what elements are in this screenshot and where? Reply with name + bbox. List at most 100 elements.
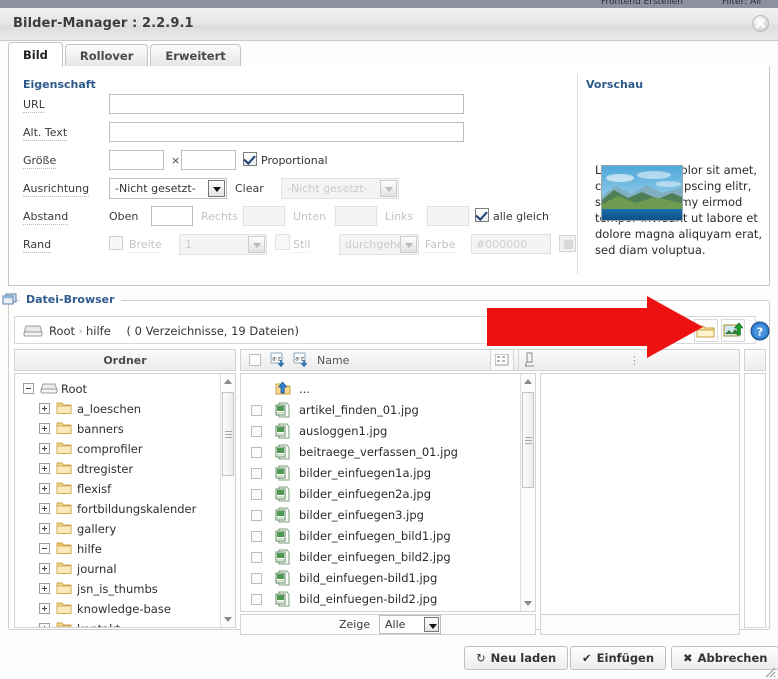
tree-expander-icon[interactable] bbox=[39, 403, 50, 414]
spacing-label: Abstand bbox=[23, 210, 68, 225]
file-list[interactable]: ... artikel_finden_01.jpg ausloggen1.jpg be… bbox=[240, 373, 536, 612]
border-style-select[interactable]: durchgehend bbox=[339, 234, 419, 255]
alt-text-input[interactable] bbox=[109, 122, 464, 142]
svg-text:a·z: a·z bbox=[295, 356, 304, 363]
tree-expander-icon[interactable] bbox=[39, 563, 50, 574]
tab-bild[interactable]: Bild bbox=[8, 42, 63, 67]
file-checkbox[interactable] bbox=[251, 510, 262, 521]
spacing-bottom-input[interactable] bbox=[335, 206, 377, 226]
file-checkbox[interactable] bbox=[251, 405, 262, 416]
file-row[interactable]: bilder_einfuegen_bild1.jpg bbox=[241, 525, 535, 548]
file-row[interactable]: beitraege_verfassen_01.jpg bbox=[241, 441, 535, 464]
folder-icon bbox=[56, 481, 72, 498]
tab-erweitert[interactable]: Erweitert bbox=[150, 44, 240, 67]
upload-button[interactable] bbox=[721, 319, 745, 342]
folder-icon bbox=[56, 621, 72, 628]
cancel-button[interactable]: ✖Abbrechen bbox=[671, 646, 778, 670]
image-file-icon bbox=[275, 423, 290, 442]
size-height-input[interactable] bbox=[181, 150, 236, 170]
file-checkbox[interactable] bbox=[251, 426, 262, 437]
tree-expander-icon[interactable] bbox=[23, 383, 34, 394]
tree-expander-icon[interactable] bbox=[39, 443, 50, 454]
border-width-select[interactable]: 1 bbox=[179, 234, 267, 255]
alignment-select-value: -Nicht gesetzt- bbox=[115, 182, 196, 195]
close-icon[interactable] bbox=[752, 15, 769, 32]
file-checkbox[interactable] bbox=[251, 468, 262, 479]
size-width-input[interactable] bbox=[109, 150, 164, 170]
clear-select[interactable]: -Nicht gesetzt- bbox=[281, 178, 399, 199]
border-width-label: Breite bbox=[129, 238, 162, 253]
border-color-input[interactable] bbox=[471, 234, 551, 254]
resize-handle[interactable] bbox=[763, 665, 776, 678]
background-page-strip: Frontend Erstellen Filter: All bbox=[0, 0, 778, 8]
show-count-select[interactable]: Alle bbox=[379, 615, 441, 634]
image-file-icon bbox=[275, 570, 290, 589]
file-checkbox[interactable] bbox=[251, 573, 262, 584]
tree-node-label: banners bbox=[77, 422, 124, 436]
file-row[interactable]: bilder_einfuegen_bild2.jpg bbox=[241, 546, 535, 569]
spacing-right-input[interactable] bbox=[243, 206, 285, 226]
landscape-image bbox=[602, 166, 682, 220]
folder-tree[interactable]: Roota_loeschenbannerscomprofilerdtregist… bbox=[14, 373, 236, 628]
border-enable-checkbox[interactable] bbox=[109, 236, 123, 250]
file-name: bild_einfuegen-bild1.jpg bbox=[299, 571, 437, 585]
path-current[interactable]: hilfe bbox=[86, 324, 111, 338]
url-input[interactable] bbox=[109, 94, 464, 114]
scroll-up-icon[interactable] bbox=[224, 379, 232, 384]
size-times-symbol: × bbox=[171, 154, 180, 167]
file-scroll-thumb[interactable] bbox=[522, 392, 534, 488]
file-row[interactable]: ausloggen1.jpg bbox=[241, 420, 535, 443]
scroll-down-icon[interactable] bbox=[224, 617, 232, 622]
tree-expander-icon[interactable] bbox=[39, 543, 50, 554]
file-row[interactable]: bild_einfuegen-bild1.jpg bbox=[241, 567, 535, 590]
spacing-top-input[interactable] bbox=[151, 206, 193, 226]
file-list-scrollbar[interactable] bbox=[520, 374, 535, 611]
tree-expander-icon[interactable] bbox=[39, 423, 50, 434]
scroll-down-icon[interactable] bbox=[524, 601, 532, 606]
reload-label: Neu laden bbox=[491, 651, 557, 665]
view-grid-toggle[interactable] bbox=[490, 349, 514, 371]
tree-expander-icon[interactable] bbox=[39, 623, 50, 628]
tree-expander-icon[interactable] bbox=[39, 503, 50, 514]
tree-expander-icon[interactable] bbox=[39, 483, 50, 494]
all-equal-checkbox[interactable] bbox=[475, 208, 489, 222]
new-folder-button[interactable] bbox=[694, 319, 718, 342]
scroll-up-icon[interactable] bbox=[524, 379, 532, 384]
tree-scroll-thumb[interactable] bbox=[222, 392, 234, 476]
insert-button[interactable]: ✔Einfügen bbox=[570, 646, 666, 670]
file-checkbox[interactable] bbox=[251, 531, 262, 542]
tree-node-label: fortbildungskalender bbox=[77, 502, 196, 516]
path-root[interactable]: Root bbox=[49, 324, 75, 338]
proportional-checkbox[interactable] bbox=[243, 152, 257, 166]
file-name: ... bbox=[299, 382, 310, 396]
reload-button[interactable]: ↻Neu laden bbox=[464, 646, 568, 670]
file-checkbox[interactable] bbox=[251, 552, 262, 563]
tree-node-label: flexisf bbox=[77, 482, 111, 496]
file-row[interactable]: bild_einfuegen-bild2.jpg bbox=[241, 588, 535, 611]
help-button[interactable]: ? bbox=[748, 319, 772, 342]
alignment-select[interactable]: -Nicht gesetzt- bbox=[109, 178, 227, 199]
file-row[interactable]: artikel_finden_01.jpg bbox=[241, 399, 535, 422]
tree-expander-icon[interactable] bbox=[39, 583, 50, 594]
file-name: ausloggen1.jpg bbox=[299, 424, 387, 438]
spacing-left-input[interactable] bbox=[427, 206, 469, 226]
file-row[interactable]: bilder_einfuegen1a.jpg bbox=[241, 462, 535, 485]
tree-expander-icon[interactable] bbox=[39, 603, 50, 614]
select-all-checkbox[interactable] bbox=[249, 354, 261, 366]
color-picker-swatch[interactable] bbox=[559, 235, 576, 252]
file-checkbox[interactable] bbox=[251, 447, 262, 458]
file-row[interactable]: ... bbox=[241, 378, 535, 401]
file-row[interactable]: bilder_einfuegen3.jpg bbox=[241, 504, 535, 527]
file-checkbox[interactable] bbox=[251, 594, 262, 605]
file-row[interactable]: bilder_einfuegen2a.jpg bbox=[241, 483, 535, 506]
sort-az-icon[interactable]: a·z bbox=[270, 352, 286, 371]
file-name: bilder_einfuegen3.jpg bbox=[299, 508, 424, 522]
image-file-icon bbox=[275, 528, 290, 547]
tree-expander-icon[interactable] bbox=[39, 523, 50, 534]
alt-text-label: Alt. Text bbox=[23, 126, 67, 141]
tree-expander-icon[interactable] bbox=[39, 463, 50, 474]
tab-rollover[interactable]: Rollover bbox=[65, 44, 149, 67]
file-checkbox[interactable] bbox=[251, 489, 262, 500]
sort-az-icon-secondary[interactable]: a·z bbox=[293, 352, 309, 371]
tree-scrollbar[interactable] bbox=[220, 374, 235, 627]
